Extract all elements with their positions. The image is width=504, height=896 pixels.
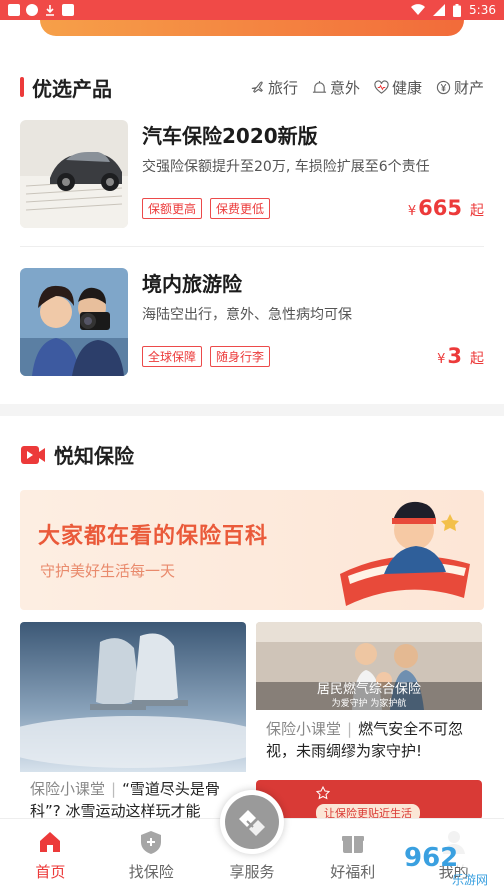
- nav-label: 享服务: [229, 863, 275, 881]
- download-icon: [46, 5, 54, 16]
- article-category: 保险小课堂: [266, 720, 342, 738]
- category-tab-label: 意外: [329, 78, 360, 97]
- product-tag: 保费更低: [210, 198, 271, 219]
- category-tab-health[interactable]: 健康: [374, 77, 422, 98]
- price-suffix: 起: [470, 203, 484, 219]
- image-caption: 居民燃气综合保险: [316, 682, 421, 697]
- product-tags: 全球保障 随身行李: [142, 346, 271, 367]
- wifi-icon: [411, 4, 426, 16]
- price-value: 665: [418, 196, 462, 220]
- product-price: ¥ 3 起: [437, 344, 484, 368]
- reading-person-illustration: [340, 501, 470, 606]
- product-tag: 随身行李: [210, 346, 271, 367]
- product-price: ¥ 665 起: [408, 196, 484, 220]
- knowledge-title: 悦知保险: [54, 444, 134, 468]
- article-text: 保险小课堂 | “雪道尽头是骨科”? 冰雪运动这样玩才能: [30, 778, 240, 818]
- app-a-icon: [62, 4, 74, 16]
- home-icon: [40, 832, 61, 852]
- featured-title: 优选产品: [32, 76, 112, 101]
- article-separator: |: [111, 780, 117, 798]
- ski-boots-image: [20, 622, 246, 772]
- service-fab[interactable]: [220, 790, 284, 854]
- handshake-icon: [239, 810, 265, 836]
- alert-icon: [312, 80, 327, 93]
- watermark-logo: 962 乐游网: [374, 828, 492, 887]
- status-time: 5:36: [469, 3, 496, 17]
- nav-home[interactable]: 首页: [0, 819, 101, 896]
- price-currency: ¥: [437, 352, 446, 367]
- product-description: 海陆空出行，意外、急性病均可保: [142, 307, 352, 323]
- article-card-gas-safety[interactable]: 居民燃气综合保险 为爱守护 为家护航 保险小课堂 | 燃气安全不可忽视，未雨绸缪为家…: [256, 622, 482, 774]
- shield-app-icon: [26, 4, 38, 16]
- star-icon: [316, 786, 330, 800]
- category-tab-travel[interactable]: 旅行: [250, 77, 298, 98]
- insurance-encyclopedia-banner[interactable]: 大家都在看的保险百科 守护美好生活每一天: [20, 490, 484, 610]
- featured-section-header: 优选产品 旅行 意外 健康 财产: [0, 68, 504, 106]
- yen-icon: [436, 80, 451, 94]
- category-tab-label: 健康: [391, 78, 422, 97]
- gift-icon: [341, 836, 364, 853]
- category-tab-property[interactable]: 财产: [436, 77, 484, 98]
- article-category: 保险小课堂: [30, 780, 106, 798]
- signal-icon: [433, 4, 446, 16]
- product-title: 汽车保险2020新版: [142, 124, 318, 148]
- video-play-icon: [21, 445, 45, 464]
- fab-inner: [225, 795, 279, 849]
- product-tag: 全球保障: [142, 346, 203, 367]
- product-title: 境内旅游险: [142, 272, 242, 296]
- watermark-caption: 乐游网: [452, 873, 488, 887]
- banner-subtitle: 守护美好生活每一天: [40, 562, 176, 580]
- product-card-car-insurance[interactable]: 汽车保险2020新版 交强险保额提升至20万, 车损险扩展至6个责任 保额更高 …: [20, 120, 484, 228]
- product-description: 交强险保额提升至20万, 车损险扩展至6个责任: [142, 159, 430, 175]
- category-tabs: 旅行 意外 健康 财产: [250, 77, 484, 98]
- section-separator: [0, 404, 504, 416]
- price-value: 3: [447, 344, 462, 368]
- article-text: 保险小课堂 | 燃气安全不可忽视，未雨绸缪为家守护!: [266, 718, 478, 762]
- article-card-skiing[interactable]: 保险小课堂 | “雪道尽头是骨科”? 冰雪运动这样玩才能: [20, 622, 246, 818]
- section-accent-bar: [20, 77, 24, 97]
- travel-insurance-image: [20, 268, 128, 376]
- status-bar: 5:36: [0, 0, 504, 20]
- heart-icon: [374, 79, 389, 94]
- site-watermark: 962 乐游网: [364, 822, 498, 888]
- watermark-number: 962: [404, 843, 458, 873]
- category-tab-label: 财产: [453, 78, 484, 97]
- battery-icon: [453, 3, 462, 17]
- shield-plus-icon: [141, 831, 162, 854]
- category-tab-label: 旅行: [267, 78, 298, 97]
- product-card-travel-insurance[interactable]: 境内旅游险 海陆空出行，意外、急性病均可保 全球保障 随身行李 ¥ 3 起: [20, 268, 484, 376]
- notification-icon: [8, 4, 20, 16]
- nav-label: 找保险: [128, 863, 174, 881]
- product-tag: 保额更高: [142, 198, 203, 219]
- nav-find-insurance[interactable]: 找保险: [101, 819, 202, 896]
- image-subcaption: 为爱守护 为家护航: [331, 699, 407, 709]
- article-separator: |: [347, 720, 353, 738]
- price-currency: ¥: [407, 204, 417, 219]
- article-card-life[interactable]: 让保险更贴近生活: [256, 780, 482, 820]
- plane-icon: [251, 81, 263, 93]
- top-banner-remnant[interactable]: [40, 20, 464, 36]
- banner-title: 大家都在看的保险百科: [38, 524, 269, 549]
- product-divider: [20, 246, 484, 247]
- category-tab-accident[interactable]: 意外: [312, 77, 360, 98]
- knowledge-section-header: 悦知保险: [20, 440, 134, 469]
- car-insurance-image: [20, 120, 128, 228]
- product-tags: 保额更高 保费更低: [142, 198, 271, 219]
- price-suffix: 起: [470, 351, 484, 367]
- nav-label: 首页: [35, 863, 66, 881]
